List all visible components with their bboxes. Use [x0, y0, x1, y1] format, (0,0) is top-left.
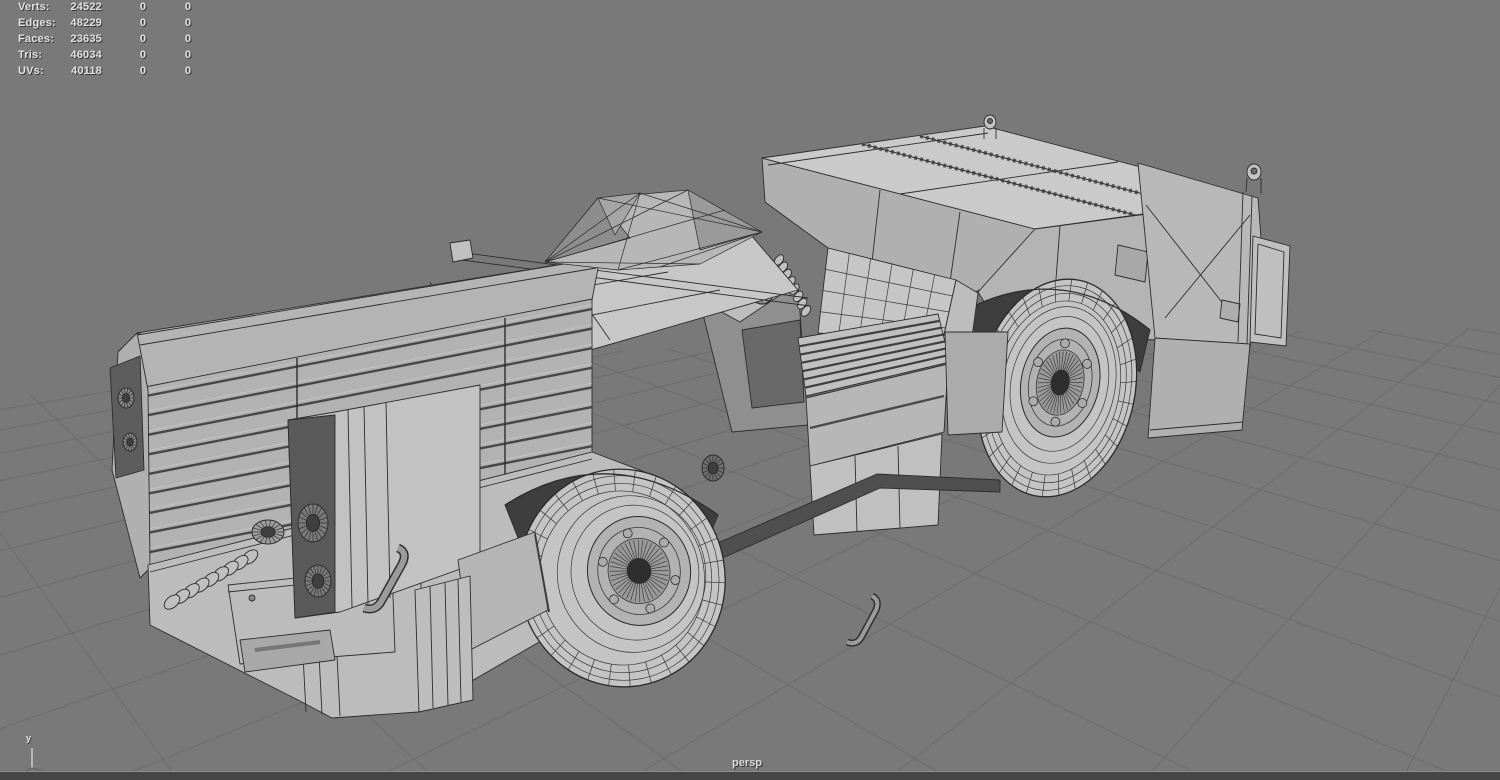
- headlight-ring-lower: [304, 564, 332, 598]
- rear-panel[interactable]: [1137, 162, 1291, 439]
- axis-y-label: y: [26, 733, 32, 743]
- hud-row: Faces: 23635 0 0: [18, 33, 192, 45]
- hud-row: Verts: 24522 0 0: [18, 1, 192, 13]
- horn-disc: [701, 454, 725, 482]
- maya-perspective-viewport[interactable]: Verts: 24522 0 0 Edges: 48229 0 0 Faces:…: [0, 0, 1500, 780]
- hud-row: UVs: 40118 0 0: [18, 65, 192, 77]
- headlight-ring-upper: [297, 503, 329, 543]
- camera-name-label: persp: [732, 757, 762, 769]
- lifting-eye-rear[interactable]: [1245, 163, 1262, 194]
- hud-row: Edges: 48229 0 0: [18, 17, 192, 29]
- headlight-housing[interactable]: [109, 332, 151, 579]
- viewport-bottom-border: [0, 771, 1500, 780]
- wireframe-model-tow-tractor[interactable]: [109, 114, 1291, 719]
- grab-handle-cab[interactable]: [845, 592, 881, 647]
- hud-row: Tris: 46034 0 0: [18, 49, 192, 61]
